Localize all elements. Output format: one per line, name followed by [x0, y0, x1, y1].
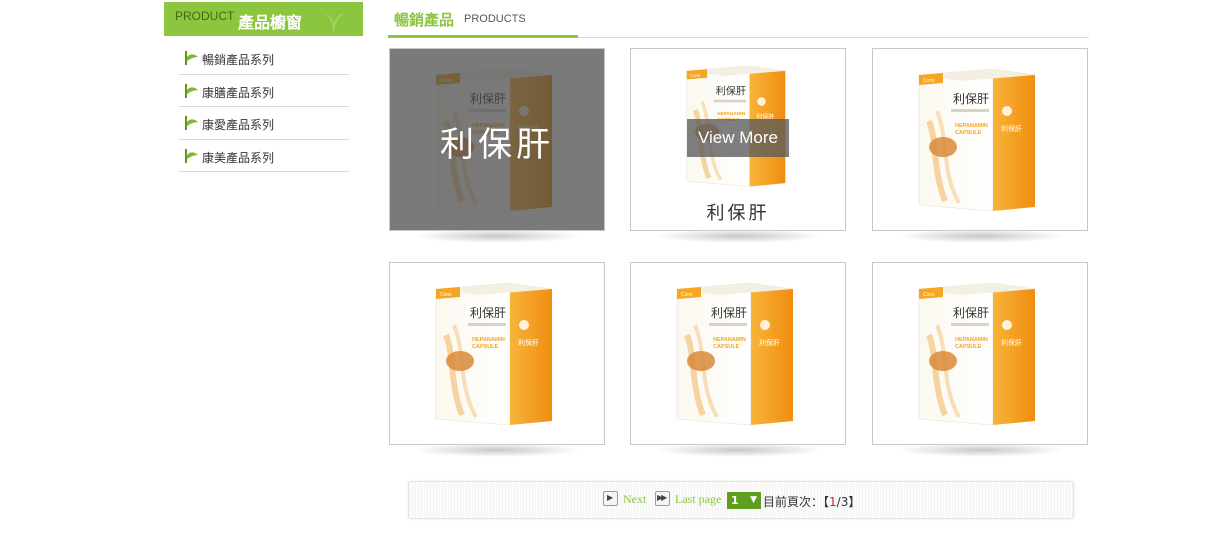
sprout-icon — [185, 148, 198, 163]
page-info: 目前頁次：【1/3】 — [763, 493, 860, 510]
sidebar-item-label: 康美產品系列 — [202, 150, 275, 165]
svg-text:利保肝: 利保肝 — [1001, 124, 1022, 133]
svg-text:CAPSULE: CAPSULE — [955, 130, 982, 136]
svg-text:利保肝: 利保肝 — [716, 85, 747, 98]
svg-text:HEPANAMIN: HEPANAMIN — [717, 111, 745, 116]
card-shadow — [896, 443, 1066, 457]
product-card[interactable]: Cons 利保肝 HEPANAMIN CAPSULE 利保肝 — [389, 262, 605, 445]
page-select[interactable]: 1 ▼ — [727, 492, 761, 509]
card-shadow — [654, 443, 824, 457]
svg-text:HEPANAMIN: HEPANAMIN — [955, 337, 988, 343]
card-shadow — [412, 443, 582, 457]
sprout-icon — [325, 13, 345, 32]
pagination-bar: ▶ Next ▶▶ Last page 1 ▼ 目前頁次：【1/3】 — [408, 481, 1074, 519]
section-subtitle: PRODUCTS — [464, 13, 526, 25]
product-card[interactable]: Cons 利保肝 HEPANAMIN CAPSULE 利保肝 — [630, 262, 846, 445]
product-card[interactable]: Cons 利保肝 HEPANAMIN CAPSULE 利保肝 — [872, 48, 1088, 231]
product-card[interactable]: Cons 利保肝 HEPANAMIN CAPSULE 利保肝 利保肝 — [389, 48, 605, 231]
product-image: Cons 利保肝 HEPANAMIN CAPSULE 利保肝 — [435, 282, 552, 426]
view-more-button[interactable]: View More — [687, 119, 789, 157]
sidebar-item-kangmei[interactable]: 康美產品系列 — [179, 140, 349, 172]
sidebar-header: PRODUCT 產品櫥窗 — [164, 2, 363, 36]
svg-text:Cons: Cons — [923, 78, 935, 84]
chevron-down-icon: ▼ — [750, 495, 757, 505]
sidebar-item-label: 暢銷產品系列 — [202, 53, 275, 67]
svg-text:Cons: Cons — [923, 292, 935, 298]
next-link[interactable]: Next — [623, 492, 646, 507]
page-info-suffix: 】 — [848, 495, 861, 509]
last-page-arrow-icon[interactable]: ▶▶ — [655, 491, 670, 506]
svg-text:CAPSULE: CAPSULE — [713, 344, 740, 350]
card-shadow — [412, 229, 582, 243]
section-title: 暢銷產品 — [394, 11, 455, 29]
section-header: 暢銷產品 PRODUCTS — [388, 2, 1089, 38]
svg-text:利保肝: 利保肝 — [759, 338, 780, 347]
page: PRODUCT 產品櫥窗 暢銷產品系列 康膳產品系列 康愛產品系列 康美產品系列… — [0, 0, 1227, 543]
svg-text:利保肝: 利保肝 — [953, 92, 989, 106]
card-shadow — [654, 229, 824, 243]
svg-text:CAPSULE: CAPSULE — [955, 344, 982, 350]
svg-text:Cons: Cons — [681, 292, 693, 298]
svg-text:HEPANAMIN: HEPANAMIN — [472, 337, 505, 343]
svg-text:HEPANAMIN: HEPANAMIN — [713, 337, 746, 343]
sidebar-item-label: 康膳產品系列 — [202, 85, 275, 100]
sidebar-item-kangshan[interactable]: 康膳產品系列 — [179, 75, 349, 107]
svg-text:利保肝: 利保肝 — [711, 306, 747, 320]
last-page-link[interactable]: Last page — [675, 492, 721, 507]
product-card[interactable]: Cons 利保肝 HEPANAMIN CAPSULE 利保肝 View More… — [630, 48, 846, 231]
svg-text:利保肝: 利保肝 — [470, 306, 506, 320]
product-image: Cons 利保肝 HEPANAMIN CAPSULE 利保肝 — [918, 68, 1035, 212]
sidebar-header-title: 產品櫥窗 — [238, 13, 303, 32]
product-image: Cons 利保肝 HEPANAMIN CAPSULE 利保肝 — [918, 282, 1035, 426]
sidebar-header-en: PRODUCT — [175, 9, 235, 23]
svg-text:CAPSULE: CAPSULE — [472, 344, 499, 350]
svg-text:HEPANAMIN: HEPANAMIN — [955, 123, 988, 129]
sidebar-item-label: 康愛產品系列 — [202, 118, 275, 132]
page-select-value: 1 — [731, 494, 739, 507]
next-arrow-icon[interactable]: ▶ — [603, 491, 618, 506]
product-image: Cons 利保肝 HEPANAMIN CAPSULE 利保肝 — [676, 282, 793, 426]
svg-text:利保肝: 利保肝 — [953, 306, 989, 320]
product-name: 利保肝 — [631, 200, 845, 230]
svg-text:利保肝: 利保肝 — [518, 338, 539, 347]
sprout-icon — [185, 83, 198, 98]
svg-text:Cons: Cons — [440, 292, 452, 298]
product-name: 利保肝 — [440, 125, 554, 165]
sidebar-menu: 暢銷產品系列 康膳產品系列 康愛產品系列 康美產品系列 — [179, 42, 349, 172]
svg-text:利保肝: 利保肝 — [1001, 338, 1022, 347]
product-card[interactable]: Cons 利保肝 HEPANAMIN CAPSULE 利保肝 — [872, 262, 1088, 445]
sprout-icon — [185, 116, 198, 130]
sidebar-item-bestseller[interactable]: 暢銷產品系列 — [179, 42, 349, 75]
page-info-prefix: 目前頁次：【 — [763, 495, 830, 509]
sprout-icon — [185, 51, 198, 65]
sidebar-item-kangai[interactable]: 康愛產品系列 — [179, 107, 349, 140]
svg-text:Cons: Cons — [690, 73, 700, 78]
current-page: 1 — [829, 495, 837, 509]
card-shadow — [896, 229, 1066, 243]
section-underline — [388, 35, 578, 38]
